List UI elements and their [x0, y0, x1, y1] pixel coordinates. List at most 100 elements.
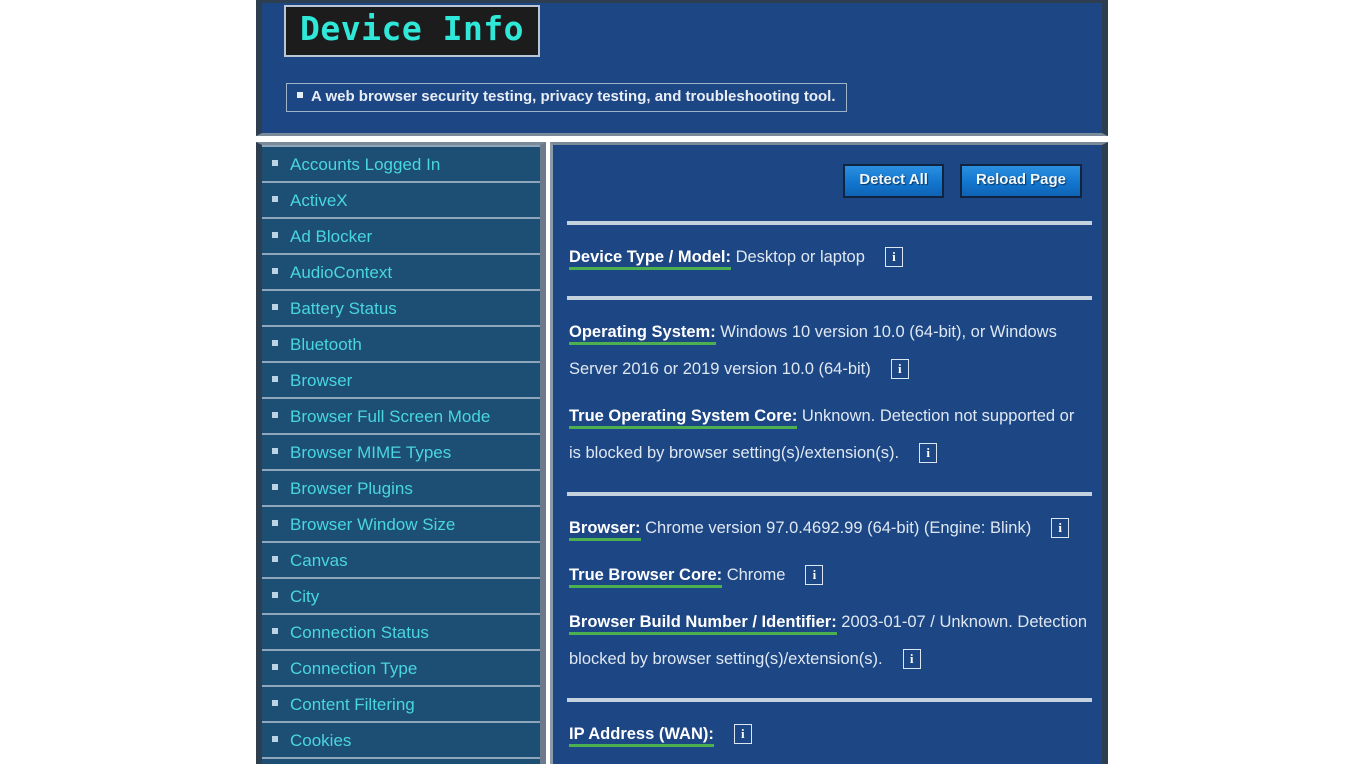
result-line: Device Type / Model: Desktop or laptop i: [569, 239, 1090, 276]
bullet-icon: [272, 412, 278, 419]
result-line: Browser: Chrome version 97.0.4692.99 (64…: [569, 510, 1090, 547]
result-row: True Browser Core: Chrome i: [569, 557, 1090, 594]
bullet-icon: [272, 700, 278, 707]
bullet-icon: [272, 556, 278, 563]
sidebar-item-label: Cookies: [290, 731, 352, 750]
result-label: Browser Build Number / Identifier:: [569, 613, 837, 635]
sidebar-item-accounts-logged-in[interactable]: Accounts Logged In: [262, 147, 540, 183]
sidebar-item-bluetooth[interactable]: Bluetooth: [262, 327, 540, 363]
ip-address-item: 118.210.212.242 (IPv4): [569, 759, 1090, 764]
result-section: Browser: Chrome version 97.0.4692.99 (64…: [567, 496, 1092, 694]
result-label: True Browser Core:: [569, 566, 723, 588]
result-section: Operating System: Windows 10 version 10.…: [567, 300, 1092, 488]
sidebar-item-label: Battery Status: [290, 299, 397, 318]
bullet-icon: [297, 92, 303, 98]
info-icon[interactable]: i: [919, 443, 938, 463]
result-line: Operating System: Windows 10 version 10.…: [569, 314, 1090, 388]
result-value: Chrome: [722, 566, 786, 584]
result-label: IP Address (WAN):: [569, 725, 714, 747]
sidebar-item-label: City: [290, 587, 320, 606]
sidebar-item-content-filtering[interactable]: Content Filtering: [262, 687, 540, 723]
bullet-icon: [272, 304, 278, 311]
bullet-icon: [272, 376, 278, 383]
bullet-icon: [272, 232, 278, 239]
sidebar-item-label: Ad Blocker: [290, 227, 373, 246]
site-tagline-text: A web browser security testing, privacy …: [311, 88, 836, 105]
site-header: Device Info A web browser security testi…: [256, 0, 1108, 136]
bullet-icon: [272, 628, 278, 635]
sidebar-item-label: Canvas: [290, 551, 348, 570]
bullet-icon: [272, 520, 278, 527]
sidebar-item-cookies[interactable]: Cookies: [262, 723, 540, 759]
sidebar-item-label: Browser Full Screen Mode: [290, 407, 491, 426]
reload-page-button[interactable]: Reload Page: [959, 164, 1082, 198]
sidebar-list: Accounts Logged In ActiveX Ad Blocker Audio…: [262, 145, 540, 759]
ip-address-heading: IP Address (WAN): i: [569, 716, 1090, 753]
sidebar-item-label: Browser Plugins: [290, 479, 413, 498]
site-title-plate: Device Info: [284, 5, 541, 57]
page-frame: Device Info A web browser security testi…: [256, 0, 1108, 764]
result-row: Device Type / Model: Desktop or laptop i: [569, 239, 1090, 276]
ip-address-list: 118.210.212.242 (IPv4): [569, 759, 1090, 764]
result-value: Chrome version 97.0.4692.99 (64-bit) (En…: [640, 519, 1032, 537]
page-root: Device Info A web browser security testi…: [0, 0, 1362, 764]
sidebar-item-canvas[interactable]: Canvas: [262, 543, 540, 579]
ip-address-section: IP Address (WAN): i 118.210.212.242 (IPv4): [567, 702, 1092, 764]
result-row: Browser Build Number / Identifier: 2003-…: [569, 604, 1090, 678]
bullet-icon: [272, 484, 278, 491]
page-title: Device Info: [300, 9, 525, 48]
result-label: True Operating System Core:: [569, 407, 798, 429]
result-line: True Operating System Core: Unknown. Det…: [569, 398, 1090, 472]
sidebar-item-label: ActiveX: [290, 191, 348, 210]
info-icon[interactable]: i: [733, 724, 752, 744]
result-value: Desktop or laptop: [731, 248, 865, 266]
result-line: Browser Build Number / Identifier: 2003-…: [569, 604, 1090, 678]
info-icon[interactable]: i: [805, 565, 824, 585]
info-icon[interactable]: i: [902, 649, 921, 669]
sidebar-item-audiocontext[interactable]: AudioContext: [262, 255, 540, 291]
sidebar-item-browser-full-screen-mode[interactable]: Browser Full Screen Mode: [262, 399, 540, 435]
sidebar-item-ad-blocker[interactable]: Ad Blocker: [262, 219, 540, 255]
sidebar-item-label: Connection Status: [290, 623, 429, 642]
detect-all-button[interactable]: Detect All: [843, 164, 944, 198]
site-tagline: A web browser security testing, privacy …: [286, 83, 847, 112]
sidebar-item-label: Browser MIME Types: [290, 443, 452, 462]
bullet-icon: [272, 196, 278, 203]
sidebar-item-label: Accounts Logged In: [290, 155, 441, 174]
bullet-icon: [272, 340, 278, 347]
sidebar-item-activex[interactable]: ActiveX: [262, 183, 540, 219]
result-section: Device Type / Model: Desktop or laptop i: [567, 225, 1092, 292]
info-icon[interactable]: i: [884, 247, 903, 267]
result-label: Device Type / Model:: [569, 248, 731, 270]
detection-results: Device Type / Model: Desktop or laptop i O…: [567, 225, 1092, 764]
result-line: True Browser Core: Chrome i: [569, 557, 1090, 594]
info-icon[interactable]: i: [1051, 518, 1070, 538]
main-panel: Detect All Reload Page Device Type / Mod…: [550, 142, 1108, 764]
bullet-icon: [272, 736, 278, 743]
bullet-icon: [272, 268, 278, 275]
sidebar-item-label: AudioContext: [290, 263, 393, 282]
sidebar-item-label: Connection Type: [290, 659, 418, 678]
result-row: Browser: Chrome version 97.0.4692.99 (64…: [569, 510, 1090, 547]
bullet-icon: [272, 592, 278, 599]
body-columns: Accounts Logged In ActiveX Ad Blocker Audio…: [256, 142, 1108, 764]
sidebar-item-browser-mime-types[interactable]: Browser MIME Types: [262, 435, 540, 471]
result-row: True Operating System Core: Unknown. Det…: [569, 398, 1090, 472]
result-label: Browser:: [569, 519, 641, 541]
bullet-icon: [272, 448, 278, 455]
sidebar-item-city[interactable]: City: [262, 579, 540, 615]
result-row: Operating System: Windows 10 version 10.…: [569, 314, 1090, 388]
result-label: Operating System:: [569, 323, 716, 345]
sidebar-item-browser[interactable]: Browser: [262, 363, 540, 399]
sidebar-item-browser-window-size[interactable]: Browser Window Size: [262, 507, 540, 543]
sidebar-item-browser-plugins[interactable]: Browser Plugins: [262, 471, 540, 507]
bullet-icon: [272, 664, 278, 671]
sidebar-item-connection-status[interactable]: Connection Status: [262, 615, 540, 651]
bullet-icon: [272, 160, 278, 167]
sidebar-nav: Accounts Logged In ActiveX Ad Blocker Audio…: [256, 142, 546, 764]
sidebar-item-battery-status[interactable]: Battery Status: [262, 291, 540, 327]
info-icon[interactable]: i: [890, 359, 909, 379]
sidebar-item-connection-type[interactable]: Connection Type: [262, 651, 540, 687]
sidebar-item-label: Content Filtering: [290, 695, 415, 714]
sidebar-item-label: Browser: [290, 371, 353, 390]
